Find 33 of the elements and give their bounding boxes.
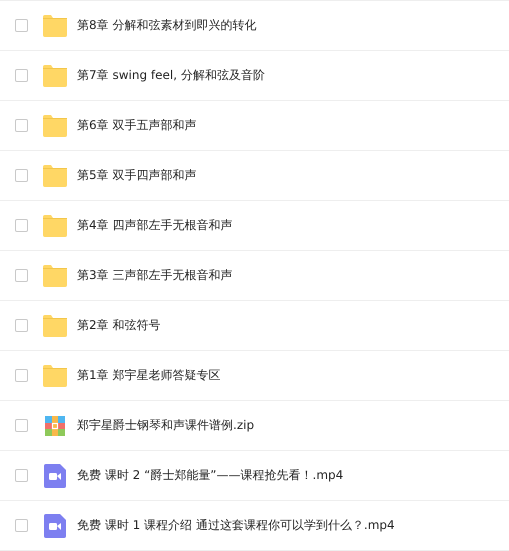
checkbox[interactable] (15, 19, 28, 32)
checkbox[interactable] (15, 319, 28, 332)
folder-icon (43, 14, 67, 36)
video-file-icon (44, 464, 66, 488)
folder-icon (43, 364, 67, 386)
folder-icon (43, 264, 67, 286)
folder-icon (43, 114, 67, 136)
video-file-icon (44, 514, 66, 538)
archive-icon (45, 416, 65, 436)
folder-icon (43, 64, 67, 86)
folder-icon (43, 314, 67, 336)
file-name[interactable]: 第5章 双手四声部和声 (77, 167, 196, 184)
checkbox[interactable] (15, 519, 28, 532)
folder-icon (43, 164, 67, 186)
checkbox[interactable] (15, 269, 28, 282)
checkbox[interactable] (15, 169, 28, 182)
file-name[interactable]: 免费 课时 1 课程介绍 通过这套课程你可以学到什么？.mp4 (77, 517, 395, 534)
file-name[interactable]: 第2章 和弦符号 (77, 317, 160, 334)
checkbox[interactable] (15, 119, 28, 132)
file-name[interactable]: 免费 课时 2 “爵士郑能量”——课程抢先看！.mp4 (77, 467, 344, 484)
file-name[interactable]: 第4章 四声部左手无根音和声 (77, 217, 232, 234)
file-name[interactable]: 第3章 三声部左手无根音和声 (77, 267, 232, 284)
file-name[interactable]: 第8章 分解和弦素材到即兴的转化 (77, 17, 256, 34)
checkbox[interactable] (15, 469, 28, 482)
file-name[interactable]: 第1章 郑宇星老师答疑专区 (77, 367, 220, 384)
file-name[interactable]: 第6章 双手五声部和声 (77, 117, 196, 134)
file-name[interactable]: 第7章 swing feel, 分解和弦及音阶 (77, 67, 265, 84)
checkbox[interactable] (15, 369, 28, 382)
checkbox[interactable] (15, 419, 28, 432)
folder-icon (43, 214, 67, 236)
checkbox[interactable] (15, 219, 28, 232)
checkbox[interactable] (15, 69, 28, 82)
file-name[interactable]: 郑宇星爵士钢琴和声课件谱例.zip (77, 417, 254, 434)
